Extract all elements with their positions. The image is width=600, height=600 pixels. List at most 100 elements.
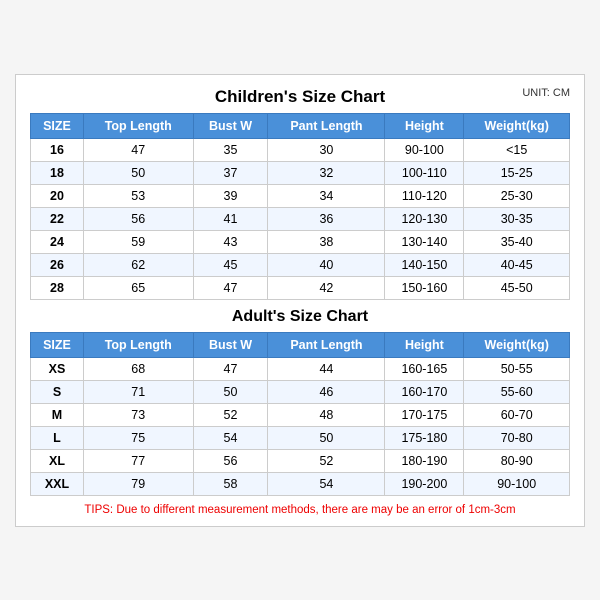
table-cell: 55-60: [464, 380, 570, 403]
main-title-row: Children's Size Chart UNIT: CM: [30, 87, 570, 107]
table-cell: 50: [268, 426, 385, 449]
children-col-weight: Weight(kg): [464, 113, 570, 138]
table-cell: 79: [83, 472, 193, 495]
table-cell: 41: [193, 207, 268, 230]
table-cell: 160-170: [385, 380, 464, 403]
table-cell: 24: [31, 230, 84, 253]
table-cell: 58: [193, 472, 268, 495]
table-cell: 15-25: [464, 161, 570, 184]
table-row: XXL795854190-20090-100: [31, 472, 570, 495]
table-row: XL775652180-19080-90: [31, 449, 570, 472]
table-cell: 53: [83, 184, 193, 207]
table-cell: 59: [83, 230, 193, 253]
table-cell: 39: [193, 184, 268, 207]
table-cell: 60-70: [464, 403, 570, 426]
table-row: M735248170-17560-70: [31, 403, 570, 426]
chart-container: Children's Size Chart UNIT: CM SIZE Top …: [15, 74, 585, 527]
table-cell: 48: [268, 403, 385, 426]
table-row: 24594338130-14035-40: [31, 230, 570, 253]
table-row: S715046160-17055-60: [31, 380, 570, 403]
table-cell: 25-30: [464, 184, 570, 207]
table-cell: 36: [268, 207, 385, 230]
table-cell: 47: [83, 138, 193, 161]
table-cell: <15: [464, 138, 570, 161]
table-cell: 140-150: [385, 253, 464, 276]
table-cell: 68: [83, 357, 193, 380]
adult-col-pant: Pant Length: [268, 332, 385, 357]
table-cell: 54: [193, 426, 268, 449]
table-cell: 45-50: [464, 276, 570, 299]
table-cell: 32: [268, 161, 385, 184]
children-header-row: SIZE Top Length Bust W Pant Length Heigh…: [31, 113, 570, 138]
tips-row: TIPS: Due to different measurement metho…: [30, 504, 570, 516]
table-row: 20533934110-12025-30: [31, 184, 570, 207]
table-cell: 50: [193, 380, 268, 403]
adult-col-size: SIZE: [31, 332, 84, 357]
table-cell: 52: [193, 403, 268, 426]
table-cell: 26: [31, 253, 84, 276]
unit-label: UNIT: CM: [522, 87, 570, 99]
table-cell: 44: [268, 357, 385, 380]
table-row: XS684744160-16550-55: [31, 357, 570, 380]
table-cell: 38: [268, 230, 385, 253]
table-cell: 20: [31, 184, 84, 207]
table-cell: 71: [83, 380, 193, 403]
table-cell: 73: [83, 403, 193, 426]
adult-table: SIZE Top Length Bust W Pant Length Heigh…: [30, 332, 570, 496]
adult-col-top-length: Top Length: [83, 332, 193, 357]
table-row: 18503732100-11015-25: [31, 161, 570, 184]
table-cell: 43: [193, 230, 268, 253]
table-row: 28654742150-16045-50: [31, 276, 570, 299]
table-cell: 47: [193, 276, 268, 299]
table-cell: 45: [193, 253, 268, 276]
table-cell: 35: [193, 138, 268, 161]
table-cell: 28: [31, 276, 84, 299]
table-cell: 180-190: [385, 449, 464, 472]
table-cell: 62: [83, 253, 193, 276]
table-cell: 75: [83, 426, 193, 449]
table-cell: 65: [83, 276, 193, 299]
table-cell: 50-55: [464, 357, 570, 380]
table-cell: 47: [193, 357, 268, 380]
table-cell: 18: [31, 161, 84, 184]
adult-title: Adult's Size Chart: [232, 308, 368, 325]
adult-header-row: SIZE Top Length Bust W Pant Length Heigh…: [31, 332, 570, 357]
adult-col-weight: Weight(kg): [464, 332, 570, 357]
table-cell: 150-160: [385, 276, 464, 299]
table-row: 22564136120-13030-35: [31, 207, 570, 230]
children-col-size: SIZE: [31, 113, 84, 138]
table-cell: 56: [83, 207, 193, 230]
table-cell: 16: [31, 138, 84, 161]
table-cell: 175-180: [385, 426, 464, 449]
table-cell: 50: [83, 161, 193, 184]
table-row: 26624540140-15040-45: [31, 253, 570, 276]
children-table: SIZE Top Length Bust W Pant Length Heigh…: [30, 113, 570, 300]
table-cell: 190-200: [385, 472, 464, 495]
table-cell: L: [31, 426, 84, 449]
table-cell: 30-35: [464, 207, 570, 230]
children-col-height: Height: [385, 113, 464, 138]
table-cell: XL: [31, 449, 84, 472]
table-cell: 160-165: [385, 357, 464, 380]
table-cell: 110-120: [385, 184, 464, 207]
table-cell: 46: [268, 380, 385, 403]
table-cell: 40-45: [464, 253, 570, 276]
table-cell: 42: [268, 276, 385, 299]
table-cell: 120-130: [385, 207, 464, 230]
table-cell: 34: [268, 184, 385, 207]
adult-col-height: Height: [385, 332, 464, 357]
table-cell: 56: [193, 449, 268, 472]
children-col-top-length: Top Length: [83, 113, 193, 138]
table-cell: 77: [83, 449, 193, 472]
table-cell: 70-80: [464, 426, 570, 449]
table-cell: XXL: [31, 472, 84, 495]
table-cell: 35-40: [464, 230, 570, 253]
table-cell: 90-100: [464, 472, 570, 495]
table-cell: XS: [31, 357, 84, 380]
table-cell: 22: [31, 207, 84, 230]
table-row: 1647353090-100<15: [31, 138, 570, 161]
table-cell: 90-100: [385, 138, 464, 161]
table-cell: 30: [268, 138, 385, 161]
table-cell: 170-175: [385, 403, 464, 426]
table-cell: 130-140: [385, 230, 464, 253]
